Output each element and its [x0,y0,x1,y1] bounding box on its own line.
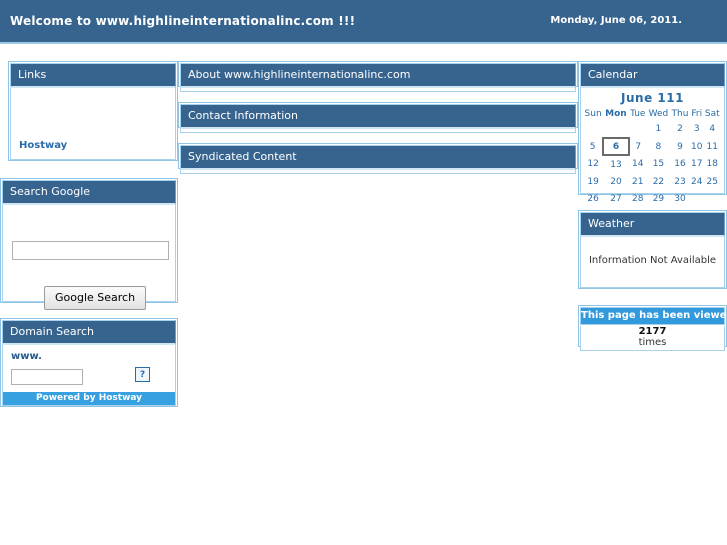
weather-panel: Weather Information Not Available [578,210,727,289]
links-panel-title: Links [10,63,176,88]
calendar-panel: Calendar June 111 Sun Mon Tue Wed Thu Fri Sat … [578,61,727,204]
calendar-month-label: June 111 [621,91,684,105]
links-panel-body: Hostway [10,88,176,160]
www-label: www. [11,351,42,362]
top-banner: Welcome to www.highlineinternationalinc.… [0,0,727,44]
calendar-day-28[interactable]: 28 [629,190,647,207]
calendar-week-row: 12 13 14 15 16 17 18 [583,155,721,173]
weather-title: Weather [580,212,725,237]
calendar-weekday-tue: Tue [630,109,646,119]
links-panel: Links Hostway [8,61,178,161]
calendar-day-21[interactable]: 21 [629,173,647,190]
calendar-empty-cell [704,190,721,207]
calendar-day-26[interactable]: 26 [583,190,603,207]
calendar-day-10[interactable]: 10 [690,138,704,155]
page-counter-value: 2177 [638,326,667,337]
google-search-title: Search Google [2,180,176,205]
calendar-weekday-sun: Sun [584,109,602,119]
calendar-day-19[interactable]: 19 [583,173,603,190]
page-counter-title: This page has been viewed [580,307,727,325]
about-section-title: About www.highlineinternationalinc.com [180,63,576,88]
calendar-week-row: 19 20 21 22 23 24 25 [583,173,721,190]
calendar-day-24[interactable]: 24 [690,173,704,190]
page-counter-panel: This page has been viewed 2177 times [578,305,727,351]
calendar-day-29[interactable]: 29 [647,190,670,207]
calendar-day-17[interactable]: 17 [690,155,704,173]
calendar-week-row: 5 6 7 8 9 10 11 [583,137,721,156]
calendar-empty-cell [690,190,704,207]
calendar-day-14[interactable]: 14 [629,155,647,173]
syndicated-section-bar[interactable]: Syndicated Content [178,143,578,174]
calendar-day-18[interactable]: 18 [704,155,721,173]
calendar-week-row: 26 27 28 29 30 [583,190,721,207]
syndicated-section-strip [180,170,576,174]
calendar-empty-cell [583,120,603,138]
calendar-day-4[interactable]: 4 [704,120,721,138]
page-counter-unit: times [638,337,667,348]
calendar-day-13[interactable]: 13 [603,155,628,173]
weather-body: Information Not Available [580,237,725,288]
calendar-day-1[interactable]: 1 [647,120,670,138]
calendar-day-8[interactable]: 8 [647,138,670,155]
calendar-week-row: 1234 [583,120,721,138]
calendar-weekday-row: Sun Mon Tue Wed Thu Fri Sat [583,108,721,120]
contact-section-title: Contact Information [180,104,576,129]
google-search-input[interactable] [12,241,169,260]
google-search-button[interactable]: Google Search [44,286,147,310]
calendar-day-5[interactable]: 5 [583,138,603,155]
calendar-day-22[interactable]: 22 [647,173,670,190]
calendar-empty-cell [629,120,647,138]
calendar-table: June 111 Sun Mon Tue Wed Thu Fri Sat 123456789… [583,91,722,207]
calendar-day-9[interactable]: 9 [670,138,690,155]
calendar-empty-cell [603,120,628,138]
about-section-bar[interactable]: About www.highlineinternationalinc.com [178,61,578,92]
google-search-body: Google Search [2,205,176,310]
domain-search-input[interactable] [11,369,83,385]
page-title: Welcome to www.highlineinternationalinc.… [10,14,356,28]
calendar-day-20[interactable]: 20 [603,173,628,190]
calendar-day-25[interactable]: 25 [704,173,721,190]
calendar-day-6[interactable]: 6 [602,137,630,156]
domain-search-panel: Domain Search www. ? Powered by Hostway [0,318,178,407]
help-icon[interactable]: ? [135,367,150,382]
calendar-day-15[interactable]: 15 [647,155,670,173]
calendar-day-12[interactable]: 12 [583,155,603,173]
google-search-panel: Search Google Google Search [0,178,178,310]
calendar-day-3[interactable]: 3 [690,120,704,138]
syndicated-section-title: Syndicated Content [180,145,576,170]
calendar-body: June 111 Sun Mon Tue Wed Thu Fri Sat 123456789… [580,88,725,204]
current-date: Monday, June 06, 2011. [550,15,682,26]
calendar-weekday-sat: Sat [704,109,720,119]
powered-by-footer: Powered by Hostway [3,392,175,405]
domain-search-title: Domain Search [2,320,176,345]
domain-search-body: www. ? Powered by Hostway [2,345,176,406]
calendar-day-27[interactable]: 27 [603,190,628,207]
calendar-day-30[interactable]: 30 [670,190,690,207]
calendar-title: Calendar [580,63,725,88]
calendar-day-11[interactable]: 11 [704,138,721,155]
calendar-weekday-mon: Mon [605,109,627,119]
calendar-weekday-wed: Wed [648,109,669,119]
calendar-day-23[interactable]: 23 [670,173,690,190]
contact-section-strip [180,129,576,133]
calendar-weekday-fri: Fri [691,109,703,119]
link-hostway[interactable]: Hostway [19,140,67,151]
about-section-strip [180,88,576,92]
calendar-weekday-thu: Thu [671,109,689,119]
calendar-day-16[interactable]: 16 [670,155,690,173]
calendar-day-2[interactable]: 2 [670,120,690,138]
calendar-day-7[interactable]: 7 [629,138,647,155]
weather-message: Information Not Available [588,255,717,266]
page-counter-body: 2177 times [580,326,725,351]
contact-section-bar[interactable]: Contact Information [178,102,578,133]
